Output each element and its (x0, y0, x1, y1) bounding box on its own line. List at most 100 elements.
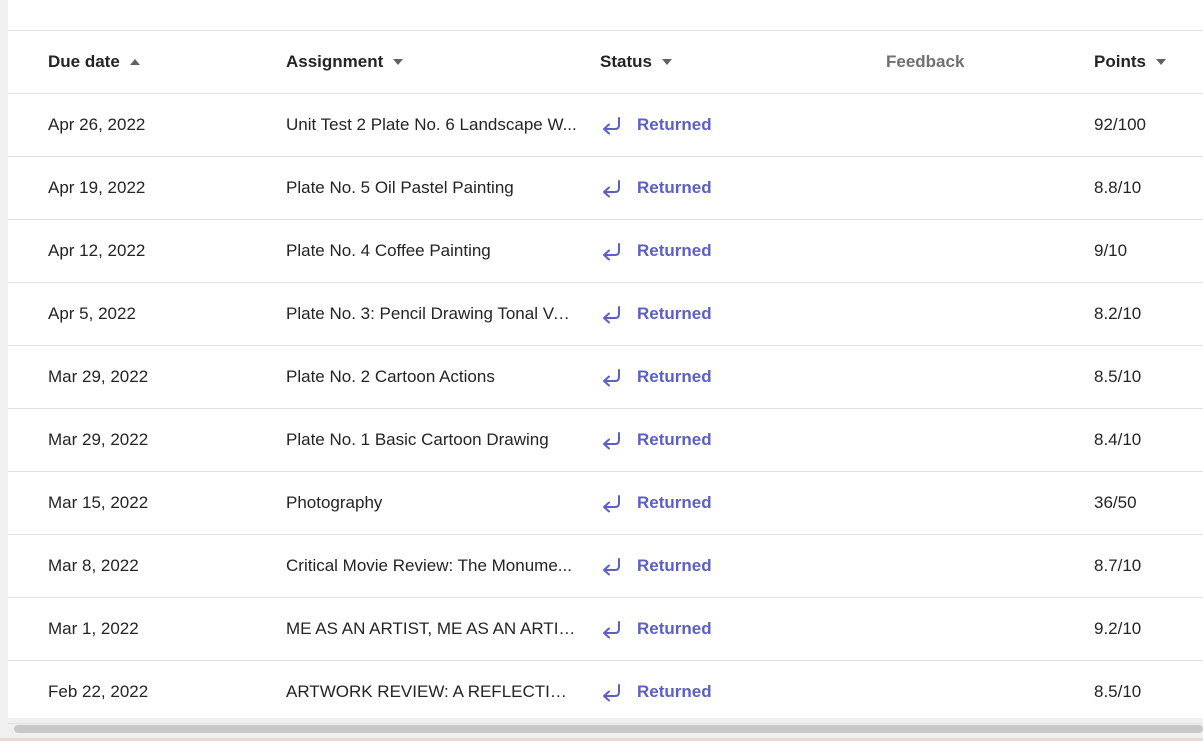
column-header-label: Assignment (286, 52, 384, 71)
status-label: Returned (637, 556, 712, 575)
due-date-cell: Apr 26, 2022 (48, 94, 268, 156)
status-label: Returned (637, 430, 712, 449)
column-header-label: Points (1094, 52, 1146, 71)
status-returned[interactable]: Returned (600, 241, 712, 261)
status-label: Returned (637, 493, 712, 512)
due-date-cell: Apr 12, 2022 (48, 220, 268, 282)
assignment-title[interactable]: ARTWORK REVIEW: A REFLECTION O... (286, 682, 578, 702)
points-value: 8.8/10 (1094, 178, 1142, 197)
points-value: 8.7/10 (1094, 556, 1142, 575)
assignment-title[interactable]: Plate No. 2 Cartoon Actions (286, 367, 495, 387)
table-row[interactable]: Feb 22, 2022 ARTWORK REVIEW: A REFLECTION… (8, 661, 1203, 724)
due-date: Apr 12, 2022 (48, 241, 146, 260)
due-date: Mar 15, 2022 (48, 493, 149, 512)
return-arrow-icon (600, 430, 624, 450)
return-arrow-icon (600, 115, 624, 135)
status-cell: Returned (600, 535, 850, 597)
status-label: Returned (637, 682, 712, 701)
points-cell: 9.2/10 (1094, 598, 1203, 660)
status-returned[interactable]: Returned (600, 619, 712, 639)
status-cell: Returned (600, 283, 850, 345)
assignment-title[interactable]: Plate No. 1 Basic Cartoon Drawing (286, 430, 549, 450)
assignment-cell[interactable]: Plate No. 1 Basic Cartoon Drawing (286, 409, 586, 471)
column-header-feedback: Feedback (886, 31, 1046, 93)
horizontal-scrollbar[interactable] (14, 725, 1203, 733)
due-date-cell: Apr 19, 2022 (48, 157, 268, 219)
return-arrow-icon (600, 556, 624, 576)
assignment-cell[interactable]: Plate No. 5 Oil Pastel Painting (286, 157, 586, 219)
status-label: Returned (637, 115, 712, 134)
status-returned[interactable]: Returned (600, 493, 712, 513)
chevron-down-icon (393, 59, 404, 65)
feedback-cell (886, 409, 1046, 471)
table-row[interactable]: Apr 26, 2022 Unit Test 2 Plate No. 6 Land… (8, 94, 1203, 157)
status-returned[interactable]: Returned (600, 682, 712, 702)
points-cell: 36/50 (1094, 472, 1203, 534)
status-cell: Returned (600, 472, 850, 534)
points-value: 92/100 (1094, 115, 1146, 134)
points-value: 9.2/10 (1094, 619, 1142, 638)
table-row[interactable]: Mar 29, 2022 Plate No. 1 Basic Cartoon Dr… (8, 409, 1203, 472)
table-row[interactable]: Mar 1, 2022 ME AS AN ARTIST, ME AS AN ART… (8, 598, 1203, 661)
table-header: Due date Assignment Status Feedback Poin… (8, 31, 1203, 94)
assignment-cell[interactable]: Plate No. 3: Pencil Drawing Tonal Val... (286, 283, 586, 345)
sort-ascending-icon (129, 59, 140, 65)
assignment-cell[interactable]: Critical Movie Review: The Monume... (286, 535, 586, 597)
due-date: Mar 29, 2022 (48, 430, 149, 449)
status-label: Returned (637, 304, 712, 323)
points-value: 8.4/10 (1094, 430, 1142, 449)
status-returned[interactable]: Returned (600, 178, 712, 198)
due-date: Feb 22, 2022 (48, 682, 149, 701)
column-header-status[interactable]: Status (600, 31, 850, 93)
feedback-cell (886, 220, 1046, 282)
feedback-cell (886, 472, 1046, 534)
status-returned[interactable]: Returned (600, 115, 712, 135)
due-date-cell: Apr 5, 2022 (48, 283, 268, 345)
assignment-title[interactable]: Photography (286, 493, 382, 513)
assignment-cell[interactable]: Plate No. 2 Cartoon Actions (286, 346, 586, 408)
status-returned[interactable]: Returned (600, 556, 712, 576)
points-value: 8.2/10 (1094, 304, 1142, 323)
assignment-title[interactable]: Plate No. 5 Oil Pastel Painting (286, 178, 514, 198)
points-cell: 9/10 (1094, 220, 1203, 282)
column-header-points[interactable]: Points (1094, 31, 1203, 93)
feedback-cell (886, 157, 1046, 219)
status-returned[interactable]: Returned (600, 304, 712, 324)
table-row[interactable]: Mar 8, 2022 Critical Movie Review: The Mo… (8, 535, 1203, 598)
assignment-title[interactable]: ME AS AN ARTIST, ME AS AN ARTISA... (286, 619, 578, 639)
status-cell: Returned (600, 94, 850, 156)
status-cell: Returned (600, 220, 850, 282)
table-row[interactable]: Apr 19, 2022 Plate No. 5 Oil Pastel Paint… (8, 157, 1203, 220)
status-returned[interactable]: Returned (600, 367, 712, 387)
due-date-cell: Mar 15, 2022 (48, 472, 268, 534)
points-cell: 8.7/10 (1094, 535, 1203, 597)
assignment-cell[interactable]: Unit Test 2 Plate No. 6 Landscape W... (286, 94, 586, 156)
status-label: Returned (637, 367, 712, 386)
assignment-title[interactable]: Plate No. 4 Coffee Painting (286, 241, 491, 261)
table-row[interactable]: Mar 29, 2022 Plate No. 2 Cartoon Actions R… (8, 346, 1203, 409)
due-date: Apr 19, 2022 (48, 178, 146, 197)
points-cell: 8.8/10 (1094, 157, 1203, 219)
status-label: Returned (637, 241, 712, 260)
table-row[interactable]: Apr 5, 2022 Plate No. 3: Pencil Drawing T… (8, 283, 1203, 346)
status-cell: Returned (600, 346, 850, 408)
points-value: 36/50 (1094, 493, 1137, 512)
assignment-title[interactable]: Critical Movie Review: The Monume... (286, 556, 572, 576)
feedback-cell (886, 661, 1046, 723)
column-header-due-date[interactable]: Due date (48, 31, 268, 93)
points-cell: 8.5/10 (1094, 661, 1203, 723)
assignment-cell[interactable]: Photography (286, 472, 586, 534)
status-returned[interactable]: Returned (600, 430, 712, 450)
status-cell: Returned (600, 409, 850, 471)
assignment-cell[interactable]: Plate No. 4 Coffee Painting (286, 220, 586, 282)
due-date-cell: Feb 22, 2022 (48, 661, 268, 723)
table-row[interactable]: Apr 12, 2022 Plate No. 4 Coffee Painting R… (8, 220, 1203, 283)
status-cell: Returned (600, 157, 850, 219)
column-header-assignment[interactable]: Assignment (286, 31, 586, 93)
assignment-cell[interactable]: ME AS AN ARTIST, ME AS AN ARTISA... (286, 598, 586, 660)
table-row[interactable]: Mar 15, 2022 Photography Returned 36/50 (8, 472, 1203, 535)
due-date: Mar 1, 2022 (48, 619, 139, 638)
assignment-cell[interactable]: ARTWORK REVIEW: A REFLECTION O... (286, 661, 586, 723)
assignment-title[interactable]: Plate No. 3: Pencil Drawing Tonal Val... (286, 304, 578, 324)
assignment-title[interactable]: Unit Test 2 Plate No. 6 Landscape W... (286, 115, 577, 135)
